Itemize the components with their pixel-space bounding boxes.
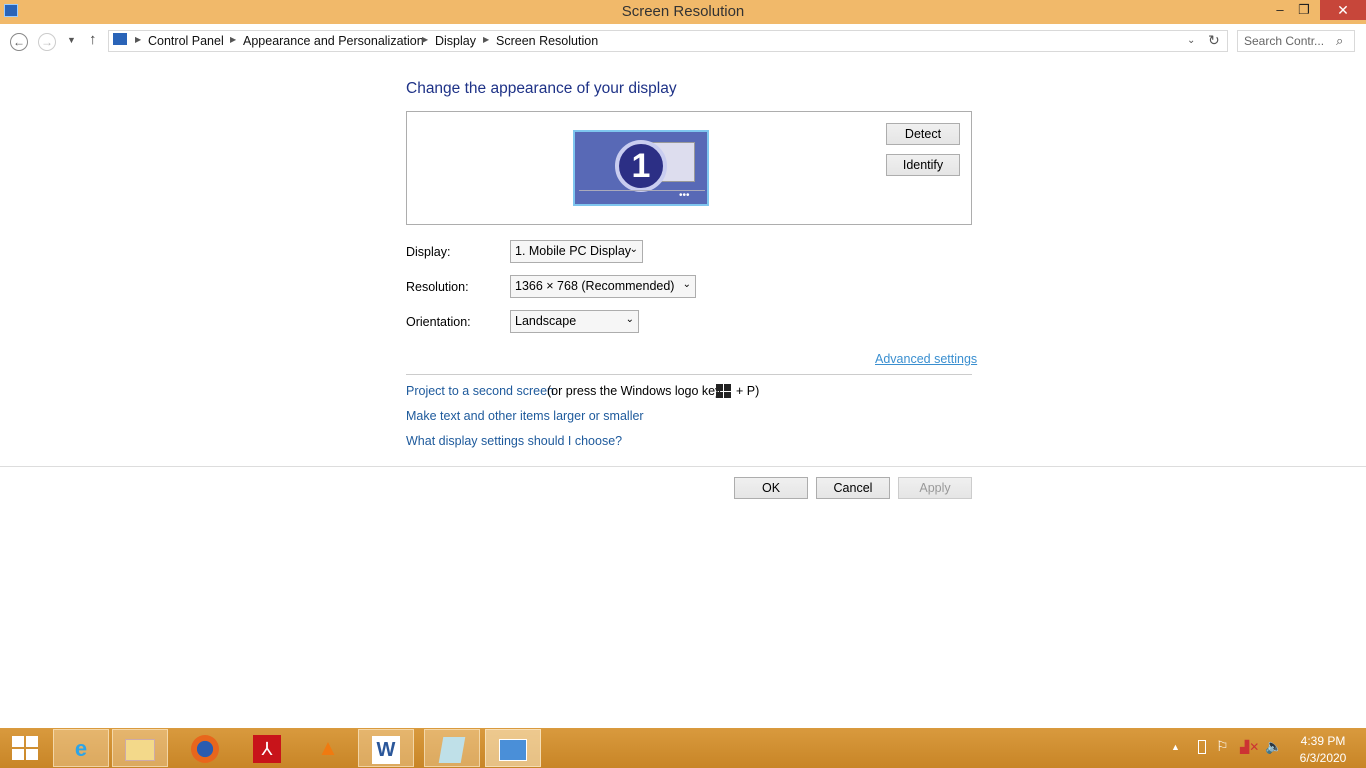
action-center-flag-icon[interactable]: ⚐ xyxy=(1216,738,1229,755)
up-button[interactable]: ↑ xyxy=(89,31,97,48)
advanced-settings-link[interactable]: Advanced settings xyxy=(875,352,977,366)
ok-button[interactable]: OK xyxy=(734,477,808,499)
display-help-link[interactable]: What display settings should I choose? xyxy=(406,434,622,448)
refresh-button[interactable]: ↻ xyxy=(1208,32,1220,49)
volume-icon[interactable]: 🔈 xyxy=(1265,738,1282,755)
windows-logo-icon xyxy=(716,384,731,398)
close-button[interactable]: ✕ xyxy=(1320,0,1366,20)
word-icon[interactable]: W xyxy=(358,729,414,767)
chevron-down-icon: ⌄ xyxy=(625,314,634,325)
apply-button[interactable]: Apply xyxy=(898,477,972,499)
notepad-icon[interactable] xyxy=(424,729,480,767)
chevron-down-icon: ⌄ xyxy=(629,244,638,255)
search-icon: ⌕ xyxy=(1336,33,1344,48)
chevron-right-icon: ▶ xyxy=(135,35,142,44)
display-select[interactable]: 1. Mobile PC Display ⌄ xyxy=(510,240,643,263)
forward-button[interactable]: → xyxy=(38,33,56,51)
control-panel-taskbar-icon[interactable] xyxy=(485,729,541,767)
clock-time: 4:39 PM xyxy=(1300,734,1346,748)
text-size-link[interactable]: Make text and other items larger or smal… xyxy=(406,409,644,423)
window-title: Screen Resolution xyxy=(621,3,745,20)
clock-date: 6/3/2020 xyxy=(1299,751,1347,765)
resolution-label: Resolution: xyxy=(406,280,469,294)
recent-pages-dropdown[interactable]: ▼ xyxy=(67,35,76,45)
project-hint: (or press the Windows logo key xyxy=(547,384,722,398)
show-hidden-icons[interactable]: ▲ xyxy=(1171,742,1180,752)
chevron-right-icon: ▶ xyxy=(230,35,237,44)
resolution-value: 1366 × 768 (Recommended) xyxy=(515,279,675,293)
page-title: Change the appearance of your display xyxy=(406,80,677,97)
chevron-right-icon: ▶ xyxy=(483,35,490,44)
monitor-1-icon[interactable]: 1 ••• xyxy=(573,130,709,206)
cancel-button[interactable]: Cancel xyxy=(816,477,890,499)
chevron-down-icon: ⌄ xyxy=(682,279,691,290)
control-panel-icon xyxy=(113,33,127,45)
display-value: 1. Mobile PC Display xyxy=(515,244,632,258)
breadcrumb-display[interactable]: Display xyxy=(435,34,476,48)
firefox-icon[interactable] xyxy=(177,729,233,767)
project-hint-end: + P) xyxy=(736,384,760,398)
vlc-icon[interactable]: ▲ xyxy=(300,729,356,767)
battery-icon[interactable] xyxy=(1198,740,1206,754)
resolution-select[interactable]: 1366 × 768 (Recommended) ⌄ xyxy=(510,275,696,298)
detect-button[interactable]: Detect xyxy=(886,123,960,145)
address-dropdown[interactable]: ⌄ xyxy=(1187,35,1195,46)
breadcrumb-screen-resolution[interactable]: Screen Resolution xyxy=(496,34,598,48)
internet-explorer-icon[interactable]: e xyxy=(53,729,109,767)
chevron-right-icon: ▶ xyxy=(422,35,429,44)
start-button[interactable] xyxy=(12,736,38,760)
divider xyxy=(406,374,972,375)
clock[interactable]: 4:39 PM 6/3/2020 xyxy=(1295,733,1351,767)
monitor-number: 1 xyxy=(615,140,667,192)
back-button[interactable]: ← xyxy=(10,33,28,51)
orientation-label: Orientation: xyxy=(406,315,471,329)
adobe-reader-icon[interactable]: ⅄ xyxy=(239,729,295,767)
display-label: Display: xyxy=(406,245,451,259)
identify-button[interactable]: Identify xyxy=(886,154,960,176)
orientation-select[interactable]: Landscape ⌄ xyxy=(510,310,639,333)
breadcrumb-appearance[interactable]: Appearance and Personalization xyxy=(243,34,424,48)
project-second-screen-link[interactable]: Project to a second screen xyxy=(406,384,554,398)
minimize-button[interactable]: – xyxy=(1268,2,1292,20)
file-explorer-icon[interactable] xyxy=(112,729,168,767)
divider xyxy=(0,466,1366,467)
orientation-value: Landscape xyxy=(515,314,577,328)
breadcrumb-control-panel[interactable]: Control Panel xyxy=(148,34,224,48)
restore-button[interactable]: ❐ xyxy=(1292,2,1316,20)
network-disconnected-icon[interactable]: ▟✕ xyxy=(1240,740,1259,754)
